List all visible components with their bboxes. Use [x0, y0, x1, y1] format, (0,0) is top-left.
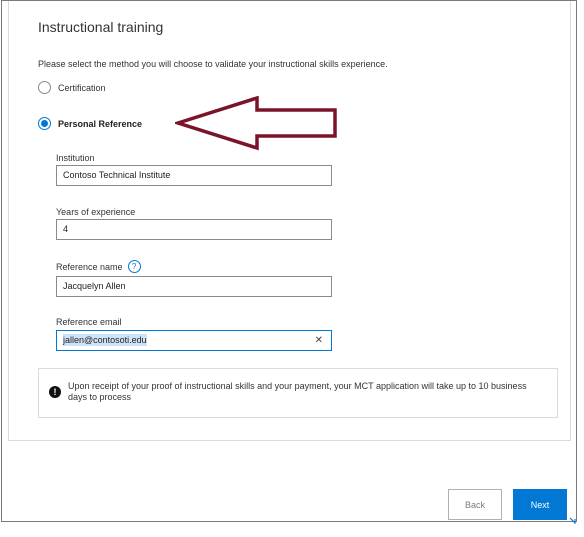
reference-name-label: Reference name	[56, 261, 123, 272]
clear-icon[interactable]: ✕	[315, 331, 323, 350]
reference-email-label: Reference email	[56, 317, 122, 327]
certification-radio[interactable]	[38, 81, 51, 94]
personal-reference-option[interactable]: Personal Reference	[38, 117, 142, 130]
reference-name-label-row: Reference name ?	[56, 260, 141, 273]
left-arrow-annotation-icon	[175, 96, 337, 151]
back-button[interactable]: Back	[448, 489, 502, 520]
section-title: Instructional training	[38, 19, 164, 35]
reference-email-field[interactable]: jallen@contosoti.edu ✕	[56, 330, 332, 351]
institution-label: Institution	[56, 153, 95, 163]
years-of-experience-label: Years of experience	[56, 207, 136, 217]
institution-value: Contoso Technical Institute	[63, 170, 171, 180]
resize-grip-icon	[569, 517, 576, 524]
question-circle-icon[interactable]: ?	[127, 260, 141, 273]
personal-reference-radio[interactable]	[38, 117, 51, 130]
exclamation-icon: !	[49, 386, 61, 398]
years-of-experience-field[interactable]: 4	[56, 219, 332, 240]
certification-option[interactable]: Certification	[38, 81, 106, 94]
certification-label: Certification	[58, 82, 106, 93]
personal-reference-label: Personal Reference	[58, 118, 143, 129]
reference-name-value: Jacquelyn Allen	[63, 281, 126, 291]
validation-method-prompt: Please select the method you will choose…	[38, 59, 388, 69]
next-button[interactable]: Next	[513, 489, 567, 520]
processing-notice: ! Upon receipt of your proof of instruct…	[38, 368, 558, 418]
institution-field[interactable]: Contoso Technical Institute	[56, 165, 332, 186]
notice-text: Upon receipt of your proof of instructio…	[68, 381, 527, 402]
dialog-frame: Instructional training Please select the…	[1, 0, 577, 524]
reference-email-value: jallen@contosoti.edu	[63, 334, 147, 346]
years-of-experience-value: 4	[63, 224, 69, 234]
instructional-training-section: Instructional training Please select the…	[8, 1, 571, 441]
reference-name-field[interactable]: Jacquelyn Allen	[56, 276, 332, 297]
